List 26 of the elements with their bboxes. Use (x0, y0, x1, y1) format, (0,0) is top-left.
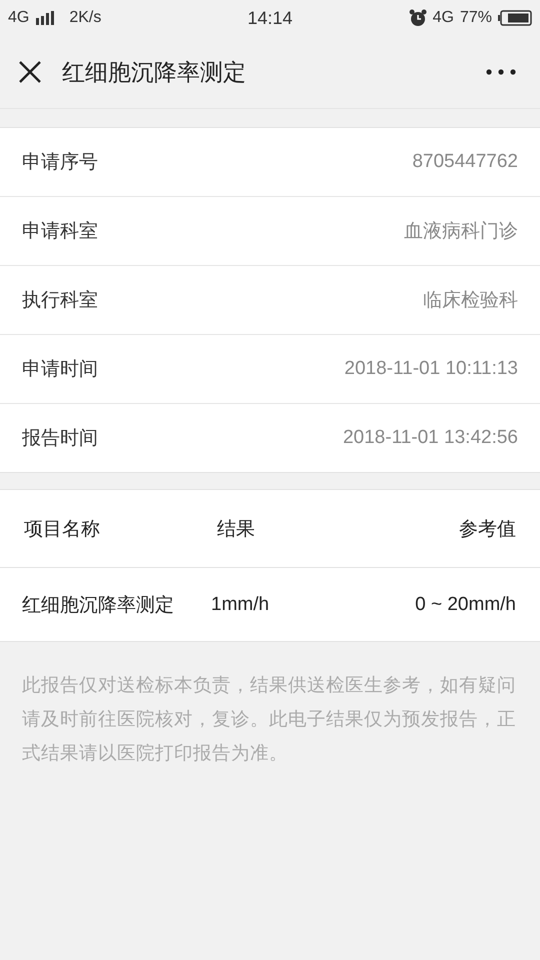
clock-time: 14:14 (247, 8, 293, 28)
info-label: 申请科室 (22, 220, 98, 244)
column-header: 结果 (216, 518, 255, 542)
info-label: 报告时间 (22, 427, 98, 451)
signal-icon (35, 11, 56, 25)
info-value: 2018-11-01 10:11:13 (344, 358, 518, 380)
table-cell: 0 ~ 20mm/h (415, 594, 516, 616)
info-value: 8705447762 (412, 151, 518, 173)
info-value: 血液病科门诊 (404, 220, 518, 244)
column-header: 参考值 (459, 518, 516, 542)
info-label: 申请时间 (22, 358, 98, 382)
network-type: 4G (432, 9, 454, 27)
info-value: 临床检验科 (423, 289, 518, 313)
page-title: 红细胞沉降率测定 (62, 58, 247, 86)
table-cell: 1mm/h (211, 594, 270, 616)
network-type: 4G (8, 9, 30, 27)
disclaimer-text: 此报告仅对送检标本负责，结果供送检医生参考，如有疑问请及时前往医院核对，复诊。此电子结果仅为预发报告，正式结果请以医院打印报告为准。 (21, 673, 517, 765)
battery-percent: 77% (460, 9, 492, 27)
table-cell-text: 红细胞沉降率测定 (22, 594, 175, 618)
battery-icon (498, 10, 532, 26)
column-header: 项目名称 (24, 518, 101, 542)
alarm-clock-icon (408, 9, 427, 27)
info-label: 申请序号 (22, 151, 98, 175)
network-speed: 2K/s (69, 9, 102, 27)
info-value: 2018-11-01 13:42:56 (342, 427, 518, 449)
info-label: 执行科室 (22, 289, 98, 313)
